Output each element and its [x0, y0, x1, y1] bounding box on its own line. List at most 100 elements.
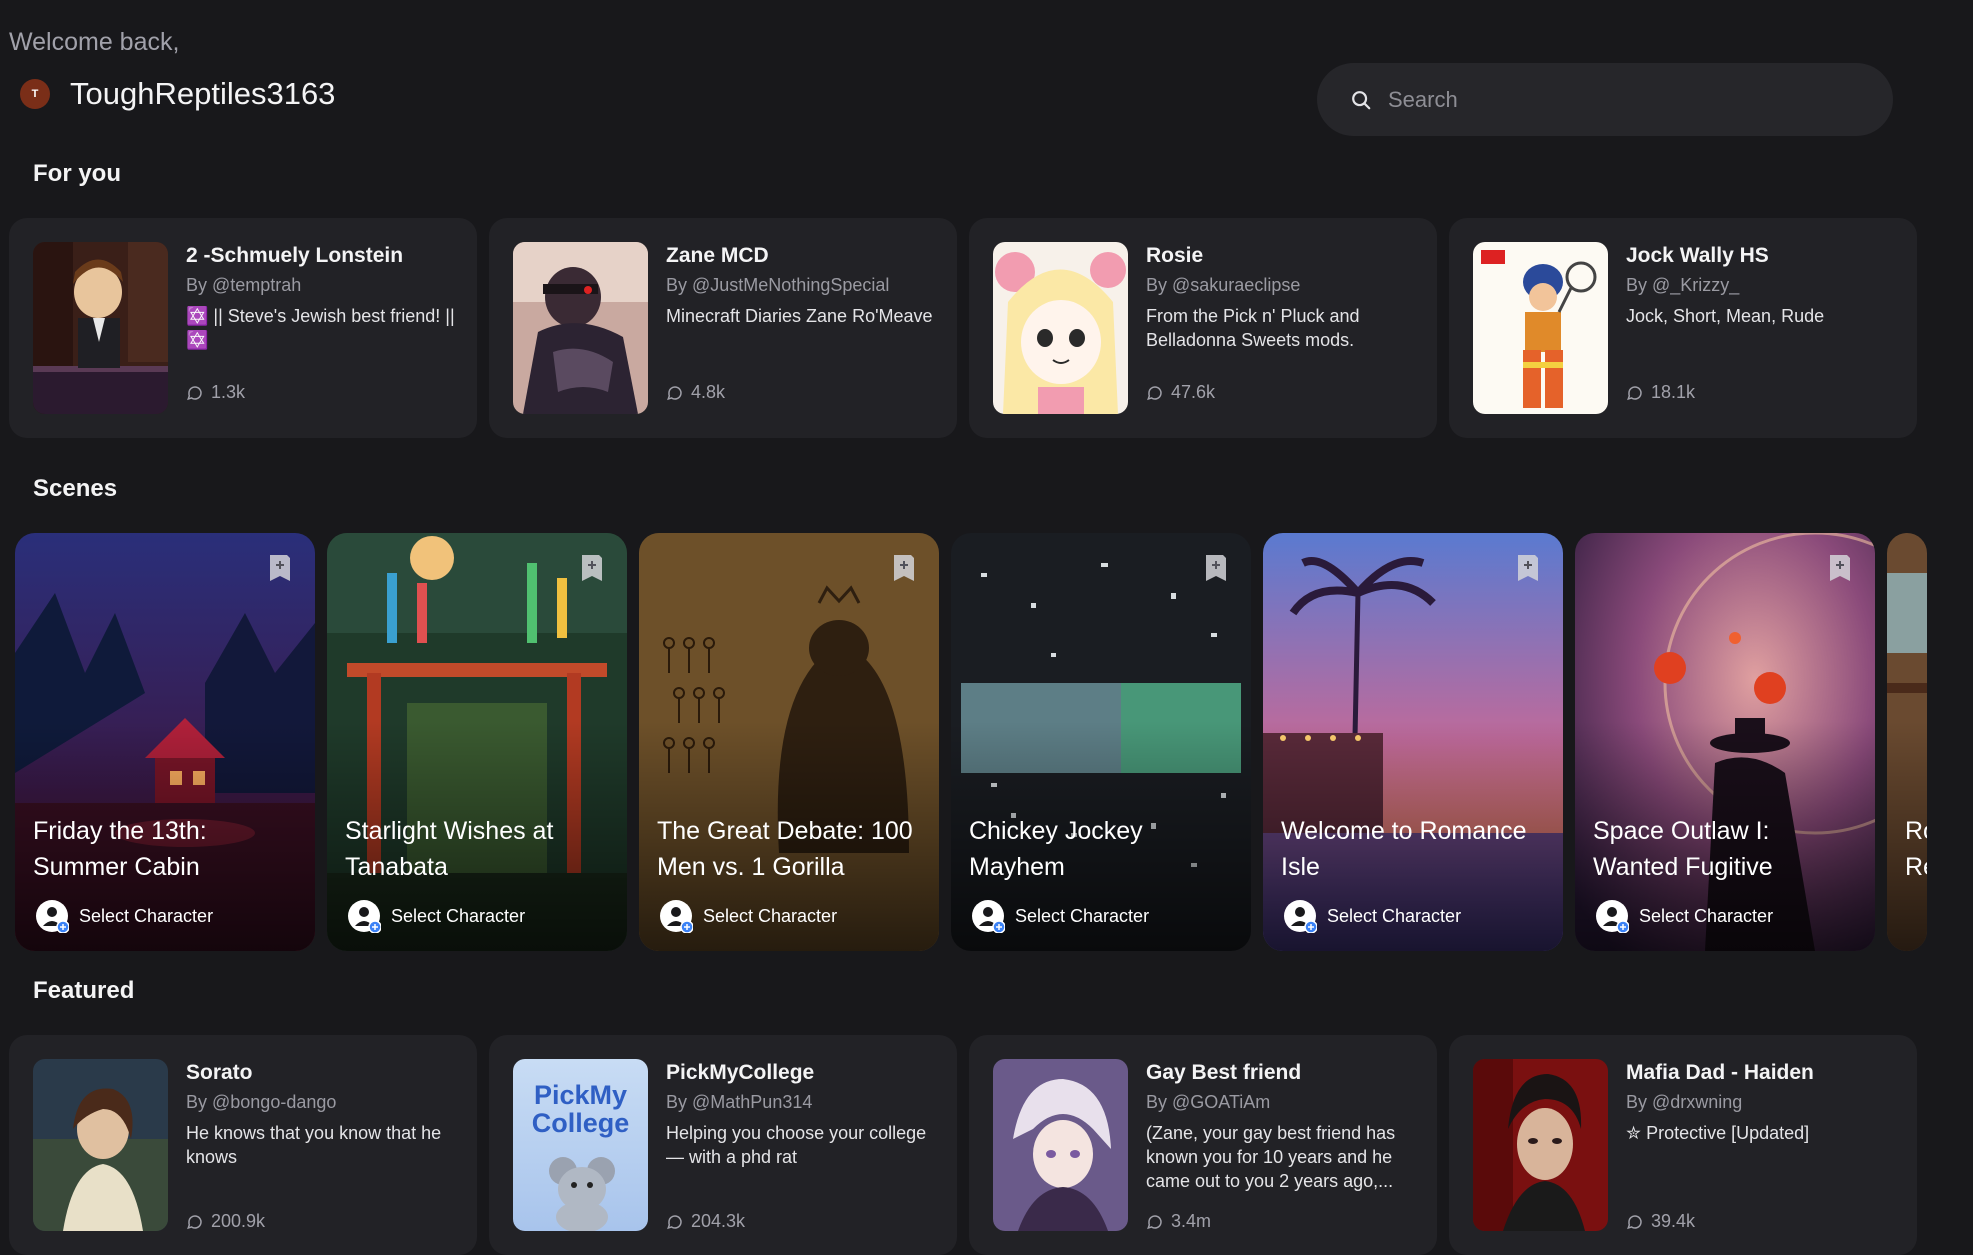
user-add-icon [1595, 899, 1630, 934]
select-character-button[interactable]: Select Character [35, 899, 214, 934]
select-character-label: Select Character [79, 905, 214, 926]
select-character-button[interactable]: Select Character [1283, 899, 1462, 934]
chat-bubble-icon [1147, 385, 1162, 400]
featured-row: Sorato By @bongo-dango He knows that you… [9, 1035, 1917, 1255]
scene-overlay [951, 533, 1251, 951]
character-card[interactable]: Gay Best friend By @GOATiAm (Zane, your … [969, 1035, 1437, 1255]
scene-card[interactable]: The Great Debate: 100 Men vs. 1 Gorilla … [639, 533, 939, 951]
chat-count-value: 39.4k [1651, 1211, 1696, 1231]
scene-overlay [1575, 533, 1875, 951]
scene-title: Welcome to Romance Isle [1281, 817, 1527, 881]
character-card[interactable]: Mafia Dad - Haiden By @drxwning ✮ Protec… [1449, 1035, 1917, 1255]
character-avatar [1473, 1059, 1608, 1231]
scene-title: The Great Debate: 100 Men vs. 1 Gorilla [657, 817, 913, 881]
character-card[interactable]: Jock Wally HS By @_Krizzy_ Jock, Short, … [1449, 218, 1917, 438]
bookmark-add-icon[interactable] [1515, 553, 1541, 583]
chat-count: 200.9k [186, 1211, 265, 1232]
character-author[interactable]: By @JustMeNothingSpecial [666, 275, 941, 296]
character-avatar [513, 242, 648, 414]
character-name: Gay Best friend [1146, 1061, 1302, 1084]
chat-count: 3.4m [1146, 1211, 1211, 1232]
chat-count: 39.4k [1626, 1211, 1695, 1232]
section-title-scenes: Scenes [33, 475, 118, 502]
character-card[interactable]: Rosie By @sakuraeclipse From the Pick n'… [969, 218, 1437, 438]
character-avatar [33, 1059, 168, 1231]
character-name: Zane MCD [666, 244, 769, 267]
chat-count-value: 4.8k [691, 382, 726, 402]
section-title-featured: Featured [33, 977, 135, 1004]
character-description: ✮ Protective [Updated] [1626, 1123, 1810, 1143]
scene-title: Friday the 13th: Summer Cabin [33, 817, 207, 881]
character-description: He knows that you know that he knows [186, 1123, 442, 1167]
chat-count-value: 200.9k [211, 1211, 266, 1231]
search-bar[interactable] [1317, 63, 1893, 136]
chat-count: 1.3k [186, 382, 245, 403]
scene-overlay [639, 533, 939, 951]
welcome-text: Welcome back, [9, 28, 180, 56]
chat-count-value: 3.4m [1171, 1211, 1212, 1231]
character-avatar [993, 242, 1128, 414]
character-description: Minecraft Diaries Zane Ro'Meave [666, 306, 933, 326]
character-avatar: PickMy College [513, 1059, 648, 1231]
character-avatar [993, 1059, 1128, 1231]
bookmark-add-icon[interactable] [1827, 553, 1853, 583]
character-description: Jock, Short, Mean, Rude [1626, 306, 1825, 326]
chat-count: 204.3k [666, 1211, 745, 1232]
character-name: Jock Wally HS [1626, 244, 1769, 267]
scene-card[interactable]: Starlight Wishes at Tanabata Select Char… [327, 533, 627, 951]
user-add-icon [1283, 899, 1318, 934]
user-profile[interactable]: T ToughReptiles3163 [20, 76, 335, 112]
scene-card[interactable]: Space Outlaw I: Wanted Fugitive Select C… [1575, 533, 1875, 951]
chat-bubble-icon [187, 1214, 202, 1229]
select-character-label: Select Character [1639, 905, 1774, 926]
scenes-carousel[interactable]: Friday the 13th: Summer Cabin Select Cha… [15, 533, 1929, 951]
character-author[interactable]: By @bongo-dango [186, 1092, 461, 1113]
character-author[interactable]: By @drxwning [1626, 1092, 1901, 1113]
character-card[interactable]: Sorato By @bongo-dango He knows that you… [9, 1035, 477, 1255]
scene-title: Chickey Jockey Mayhem [969, 817, 1143, 881]
scene-card[interactable]: Chickey Jockey Mayhem Select Character [951, 533, 1251, 951]
select-character-button[interactable]: Select Character [1595, 899, 1774, 934]
search-input[interactable] [1386, 85, 1830, 114]
select-character-label: Select Character [1327, 905, 1462, 926]
user-add-icon [659, 899, 694, 934]
bookmark-add-icon[interactable] [891, 553, 917, 583]
scene-overlay [1887, 533, 1927, 951]
character-author[interactable]: By @sakuraeclipse [1146, 275, 1421, 296]
bookmark-add-icon[interactable] [267, 553, 293, 583]
select-character-button[interactable]: Select Character [659, 899, 838, 934]
character-name: Mafia Dad - Haiden [1626, 1061, 1814, 1084]
select-character-button[interactable]: Select Character [971, 899, 1150, 934]
user-add-icon [35, 899, 70, 934]
section-title-for-you: For you [33, 160, 121, 187]
character-author[interactable]: By @temptrah [186, 275, 461, 296]
character-avatar [1473, 242, 1608, 414]
select-character-label: Select Character [703, 905, 838, 926]
bookmark-add-icon[interactable] [1203, 553, 1229, 583]
character-name: PickMyCollege [666, 1061, 815, 1084]
scene-card[interactable]: Ro Re [1887, 533, 1927, 951]
bookmark-add-icon[interactable] [579, 553, 605, 583]
username: ToughReptiles3163 [70, 76, 336, 111]
character-description: From the Pick n' Pluck and Belladonna Sw… [1146, 306, 1360, 350]
scene-overlay [15, 533, 315, 951]
character-card[interactable]: PickMy College PickMyCollege By @MathPun… [489, 1035, 957, 1255]
scene-overlay [1263, 533, 1563, 951]
avatar[interactable]: T [20, 79, 50, 109]
select-character-button[interactable]: Select Character [347, 899, 525, 934]
scene-title: Ro Re [1905, 817, 1927, 881]
character-card[interactable]: Zane MCD By @JustMeNothingSpecial Minecr… [489, 218, 957, 438]
character-author[interactable]: By @GOATiAm [1146, 1092, 1421, 1113]
select-character-label: Select Character [1015, 905, 1150, 926]
chat-count-value: 18.1k [1651, 382, 1696, 402]
scene-title: Space Outlaw I: Wanted Fugitive [1593, 817, 1773, 881]
scene-card[interactable]: Friday the 13th: Summer Cabin Select Cha… [15, 533, 315, 951]
scene-card[interactable]: Welcome to Romance Isle Select Character [1263, 533, 1563, 951]
chat-count: 47.6k [1146, 382, 1215, 403]
character-card[interactable]: 2 -Schmuely Lonstein By @temptrah ✡️ || … [9, 218, 477, 438]
for-you-row: 2 -Schmuely Lonstein By @temptrah ✡️ || … [9, 218, 1917, 438]
character-author[interactable]: By @_Krizzy_ [1626, 275, 1901, 296]
chat-bubble-icon [187, 385, 202, 400]
character-author[interactable]: By @MathPun314 [666, 1092, 941, 1113]
chat-count: 18.1k [1626, 382, 1695, 403]
